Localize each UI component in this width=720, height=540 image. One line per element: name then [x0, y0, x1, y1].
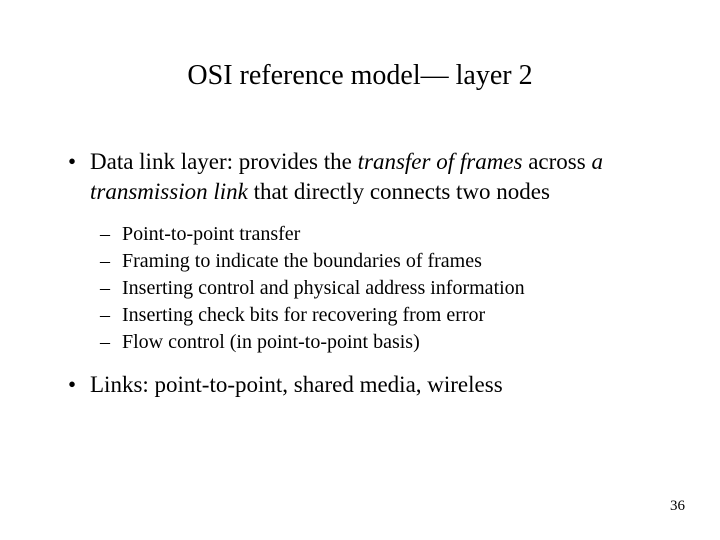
sub-bullet-item: Inserting check bits for recovering from… [122, 302, 660, 329]
sub-bullet-item: Flow control (in point-to-point basis) [122, 329, 660, 356]
sub-bullet-list: Point-to-point transfer Framing to indic… [60, 221, 660, 356]
text-fragment-italic: transfer of frames [358, 149, 523, 174]
sub-bullet-item: Point-to-point transfer [122, 221, 660, 248]
slide-title: OSI reference model— layer 2 [60, 60, 660, 92]
text-fragment: that directly connects two nodes [248, 179, 550, 204]
text-fragment: across [522, 149, 591, 174]
sub-bullet-item: Inserting control and physical address i… [122, 275, 660, 302]
text-fragment: Data link layer: provides the [90, 149, 358, 174]
bullet-links: Links: point-to-point, shared media, wir… [60, 370, 660, 400]
bullet-data-link-layer: Data link layer: provides the transfer o… [60, 147, 660, 207]
page-number: 36 [670, 498, 685, 515]
sub-bullet-item: Framing to indicate the boundaries of fr… [122, 248, 660, 275]
